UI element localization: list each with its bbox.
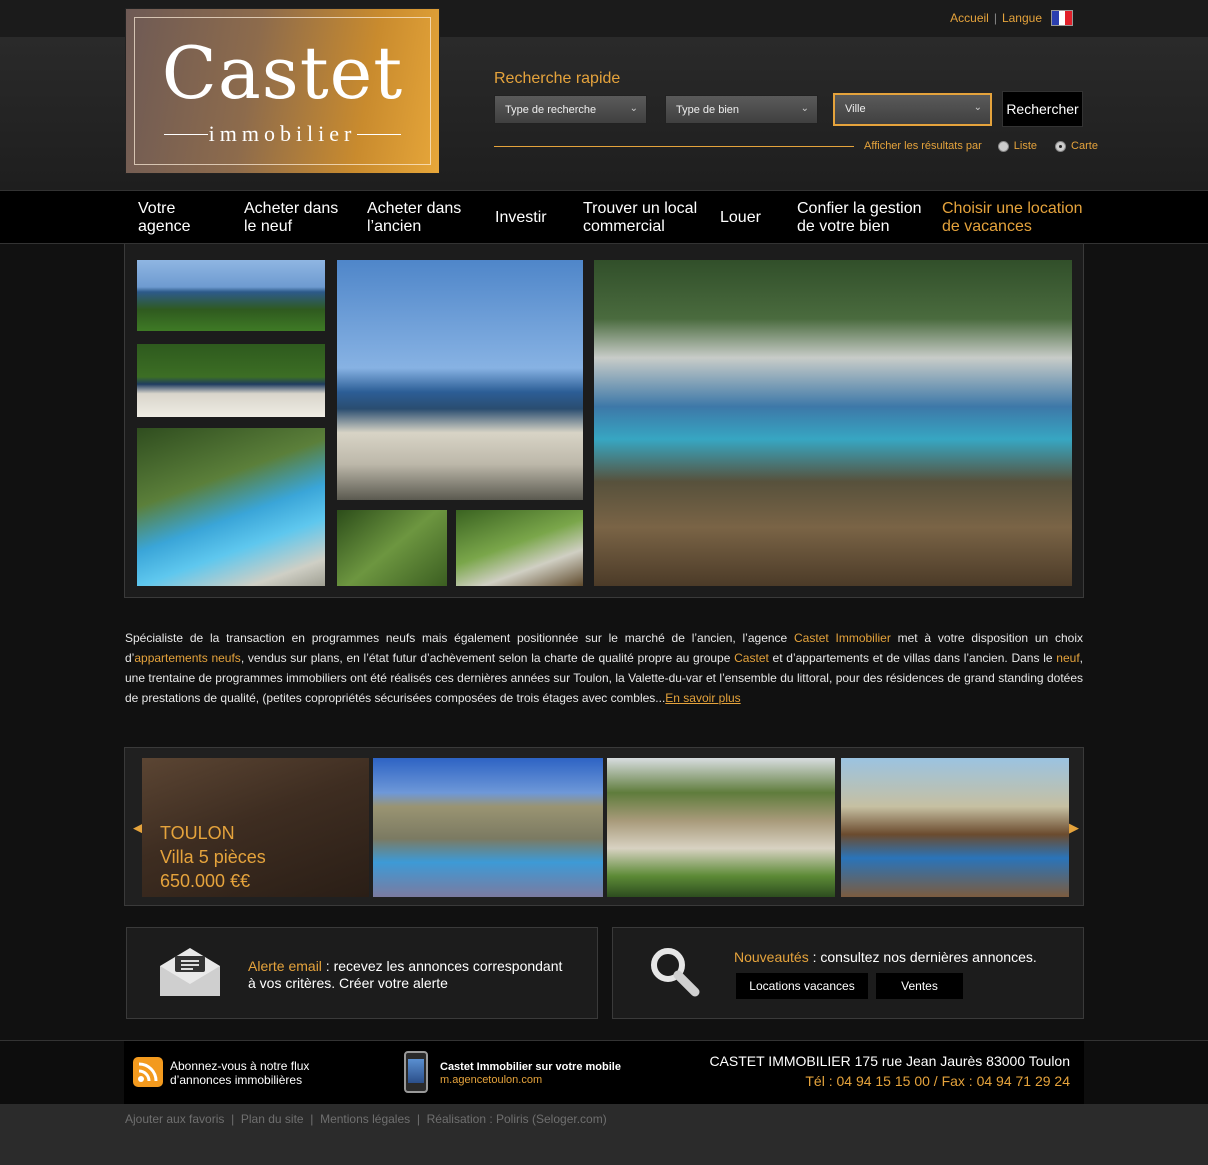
mobile-site-title: Castet Immobilier sur votre mobile bbox=[440, 1061, 621, 1073]
legal-link[interactable]: Mentions légales bbox=[320, 1112, 410, 1126]
results-display-options: Afficher les résultats par Liste Carte bbox=[864, 140, 1098, 152]
email-alert-text: Alerte email : recevez les annonces corr… bbox=[248, 958, 568, 992]
castet-immobilier-link[interactable]: Castet Immobilier bbox=[794, 631, 891, 645]
gallery-photo-garden-table[interactable] bbox=[456, 510, 583, 586]
city-select[interactable]: Ville ⌄ bbox=[833, 93, 992, 126]
map-radio[interactable] bbox=[1055, 140, 1067, 152]
footer-inner: Abonnez-vous à notre flux d’annonces imm… bbox=[124, 1041, 1084, 1105]
nav-acheter-neuf[interactable]: Acheter dans le neuf bbox=[244, 200, 354, 236]
search-type-select[interactable]: Type de recherche ⌄ bbox=[494, 95, 647, 124]
rss-icon[interactable] bbox=[133, 1057, 163, 1087]
property-carousel: ◀ TOULON Villa 5 pièces 650.000 €€ ▶ bbox=[124, 747, 1084, 906]
french-flag-icon[interactable] bbox=[1051, 10, 1073, 26]
carousel-slide-active[interactable]: TOULON Villa 5 pièces 650.000 €€ bbox=[142, 758, 369, 897]
gallery-photo-sea-view[interactable] bbox=[137, 260, 325, 331]
rss-text[interactable]: Abonnez-vous à notre flux d’annonces imm… bbox=[170, 1059, 340, 1087]
carousel-next-arrow-icon[interactable]: ▶ bbox=[1069, 820, 1079, 836]
bottom-bar: Ajouter aux favoris | Plan du site | Men… bbox=[0, 1104, 1208, 1165]
news-description: : consultez nos dernières annonces. bbox=[808, 949, 1037, 965]
city-value: Ville bbox=[845, 103, 866, 115]
carousel-slide-stone-house[interactable] bbox=[607, 758, 835, 897]
magnifier-icon bbox=[651, 948, 700, 997]
nav-louer[interactable]: Louer bbox=[720, 209, 761, 227]
vacation-rentals-button[interactable]: Locations vacances bbox=[736, 973, 868, 999]
intro-text: Spécialiste de la transaction en program… bbox=[125, 628, 1083, 708]
gallery-photo-terrace-sea[interactable] bbox=[337, 260, 583, 500]
bottom-separator: | bbox=[227, 1112, 238, 1126]
appartements-neufs-link[interactable]: appartements neufs bbox=[134, 651, 240, 665]
neuf-link[interactable]: neuf bbox=[1056, 651, 1079, 665]
chevron-down-icon: ⌄ bbox=[629, 103, 638, 114]
search-type-value: Type de recherche bbox=[505, 104, 597, 116]
castet-group-link[interactable]: Castet bbox=[734, 651, 769, 665]
add-favorites-link[interactable]: Ajouter aux favoris bbox=[125, 1112, 224, 1126]
news-box: Nouveautés : consultez nos dernières ann… bbox=[612, 927, 1084, 1019]
search-button[interactable]: Rechercher bbox=[1002, 91, 1083, 127]
search-title: Recherche rapide bbox=[494, 70, 621, 87]
news-text: Nouveautés : consultez nos dernières ann… bbox=[734, 949, 1074, 966]
logo-line-right bbox=[357, 134, 401, 135]
home-link[interactable]: Accueil bbox=[950, 11, 989, 25]
sitemap-link[interactable]: Plan du site bbox=[241, 1112, 304, 1126]
map-radio-label[interactable]: Carte bbox=[1071, 140, 1098, 152]
logo[interactable]: Castet immobilier bbox=[125, 8, 440, 174]
email-alert-label: Alerte email bbox=[248, 958, 322, 974]
intro-part-1: Spécialiste de la transaction en program… bbox=[125, 631, 795, 645]
property-type-value: Type de bien bbox=[676, 104, 739, 116]
nav-votre-agence[interactable]: Votre agence bbox=[138, 200, 218, 236]
gallery-photo-balustrade[interactable] bbox=[137, 344, 325, 417]
intro-part-4: et d’appartements et de villas dans l’an… bbox=[768, 651, 1057, 665]
photo-gallery bbox=[124, 244, 1084, 598]
intro-part-3: , vendus sur plans, en l’état futur d’ac… bbox=[240, 651, 735, 665]
slide-title: Villa 5 pièces bbox=[160, 847, 266, 867]
gallery-photo-main-terrace[interactable] bbox=[594, 260, 1072, 586]
top-links: Accueil | Langue bbox=[950, 10, 1073, 26]
bottom-links: Ajouter aux favoris | Plan du site | Men… bbox=[125, 1112, 607, 1126]
chevron-down-icon: ⌄ bbox=[800, 103, 809, 114]
read-more-link[interactable]: En savoir plus bbox=[665, 691, 740, 705]
list-radio-label[interactable]: Liste bbox=[1014, 140, 1037, 152]
carousel-slide-manor[interactable] bbox=[373, 758, 603, 897]
agency-address: CASTET IMMOBILIER 175 rue Jean Jaurès 83… bbox=[709, 1053, 1070, 1069]
slide-city: TOULON bbox=[160, 823, 235, 843]
nav-acheter-ancien[interactable]: Acheter dans l’ancien bbox=[367, 200, 477, 236]
property-type-select[interactable]: Type de bien ⌄ bbox=[665, 95, 818, 124]
list-radio[interactable] bbox=[997, 140, 1009, 152]
nav-local-commercial[interactable]: Trouver un local commercial bbox=[583, 200, 708, 236]
gallery-photo-pool[interactable] bbox=[137, 428, 325, 586]
mobile-site-link[interactable]: m.agencetoulon.com bbox=[440, 1074, 542, 1086]
logo-name: Castet bbox=[161, 31, 404, 115]
envelope-icon bbox=[160, 948, 220, 996]
main-nav: Votre agence Acheter dans le neuf Achete… bbox=[0, 190, 1208, 244]
results-divider bbox=[494, 146, 854, 147]
bottom-separator: | bbox=[413, 1112, 424, 1126]
footer: Abonnez-vous à notre flux d’annonces imm… bbox=[0, 1040, 1208, 1105]
results-display-label: Afficher les résultats par bbox=[864, 140, 982, 152]
mobile-phone-icon bbox=[404, 1051, 428, 1093]
news-label: Nouveautés bbox=[734, 949, 809, 965]
sales-button[interactable]: Ventes bbox=[876, 973, 963, 999]
slide-price: 650.000 €€ bbox=[160, 871, 251, 891]
nav-investir[interactable]: Investir bbox=[495, 209, 547, 227]
slide-caption: TOULON Villa 5 pièces 650.000 €€ bbox=[160, 821, 266, 893]
gallery-photo-palm[interactable] bbox=[337, 510, 447, 586]
carousel-slide-living-room[interactable] bbox=[841, 758, 1069, 897]
agency-phone: Tél : 04 94 15 15 00 / Fax : 04 94 71 29… bbox=[805, 1073, 1070, 1089]
top-links-separator: | bbox=[993, 11, 997, 25]
email-alert-box[interactable]: Alerte email : recevez les annonces corr… bbox=[126, 927, 598, 1019]
bottom-separator: | bbox=[306, 1112, 317, 1126]
chevron-down-icon: ⌄ bbox=[973, 102, 982, 113]
nav-location-vacances[interactable]: Choisir une location de vacances bbox=[942, 200, 1087, 236]
language-link[interactable]: Langue bbox=[1002, 11, 1042, 25]
nav-gestion[interactable]: Confier la gestion de votre bien bbox=[797, 200, 932, 236]
credits-link[interactable]: Réalisation : Poliris (Seloger.com) bbox=[427, 1112, 607, 1126]
